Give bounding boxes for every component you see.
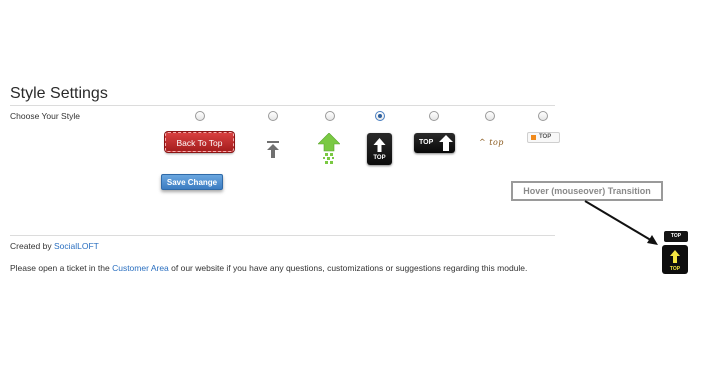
style-radio-7[interactable] [538, 111, 548, 121]
style-option-black-box[interactable]: TOP [367, 133, 392, 165]
divider [10, 235, 555, 236]
style-option-green-arrow[interactable] [317, 132, 341, 165]
arrow-up-icon [439, 135, 453, 151]
socialloft-link[interactable]: SocialLOFT [54, 241, 99, 251]
choose-style-label: Choose Your Style [10, 111, 80, 121]
support-suffix: of our website if you have any questions… [168, 263, 528, 273]
style-radio-2[interactable] [268, 111, 278, 121]
preview-hover-label: TOP [669, 266, 681, 272]
customer-area-link[interactable]: Customer Area [112, 263, 169, 273]
support-prefix: Please open a ticket in the [10, 263, 113, 273]
style-radio-4[interactable] [375, 111, 385, 121]
page-title: Style Settings [10, 85, 108, 102]
pointer-arrow-icon [584, 200, 658, 245]
arrow-up-icon [373, 138, 386, 152]
green-arrow-up-icon [317, 132, 341, 164]
black-wide-label: TOP [419, 139, 434, 146]
style-option-red-button[interactable]: Back To Top [165, 132, 234, 152]
preview-top-button: TOP [664, 231, 688, 242]
style-option-black-wide[interactable]: TOP [414, 133, 455, 153]
preview-top-label: TOP [670, 233, 682, 239]
preview-hover-button: TOP [662, 245, 688, 274]
style-radio-6[interactable] [485, 111, 495, 121]
style-option-grey-arrow[interactable] [266, 141, 280, 158]
orange-arrow-icon [531, 135, 536, 140]
divider [10, 105, 555, 106]
save-change-button[interactable]: Save Change [161, 174, 223, 190]
style-radio-3[interactable] [325, 111, 335, 121]
arrow-up-bar-icon [267, 141, 279, 158]
created-by-line: Created by SocialLOFT [10, 241, 99, 251]
style-option-orange-tag[interactable]: TOP [527, 132, 560, 143]
style-radio-5[interactable] [429, 111, 439, 121]
black-box-label: TOP [373, 155, 386, 161]
style-radio-1[interactable] [195, 111, 205, 121]
yellow-arrow-up-icon [670, 250, 680, 263]
support-line: Please open a ticket in the Customer Are… [10, 263, 527, 273]
created-by-prefix: Created by [10, 241, 54, 251]
tag-label: TOP [539, 134, 552, 140]
style-option-handwritten[interactable]: ^ top [479, 138, 504, 147]
